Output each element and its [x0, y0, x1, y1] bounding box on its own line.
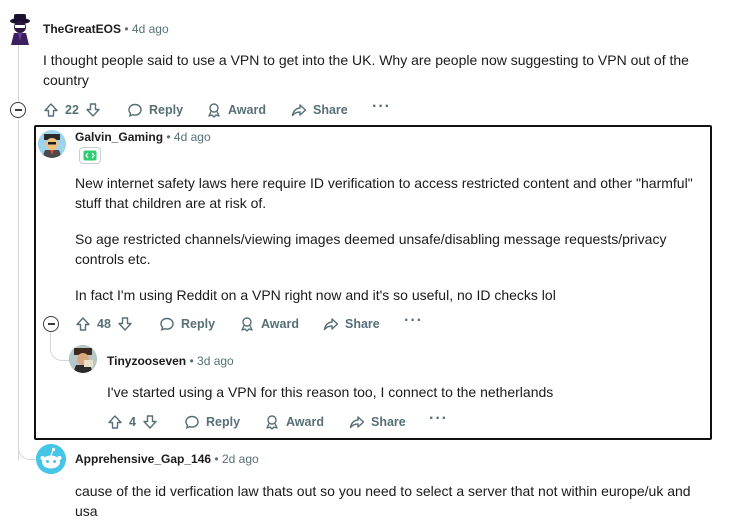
- comment-paragraph: New internet safety laws here require ID…: [75, 175, 693, 211]
- comment-author[interactable]: TheGreatEOS • 4d ago: [43, 22, 169, 36]
- comment-body: I've started using a VPN for this reason…: [107, 384, 554, 400]
- more-options-button[interactable]: ···: [404, 312, 423, 330]
- avatar[interactable]: [6, 13, 34, 45]
- comment-paragraph: In fact I'm using Reddit on a VPN right …: [75, 287, 556, 303]
- comment-author[interactable]: Galvin_Gaming • 4d ago: [75, 130, 211, 144]
- award-button[interactable]: Award: [206, 102, 266, 118]
- comment-paragraph: So age restricted channels/viewing image…: [75, 231, 667, 267]
- vote-count: 22: [65, 103, 79, 117]
- share-icon: [291, 104, 307, 117]
- upvote-icon[interactable]: [43, 102, 59, 118]
- downvote-icon[interactable]: [142, 414, 158, 430]
- upvote-icon[interactable]: [75, 316, 91, 332]
- comment-author[interactable]: Tinyzooseven • 3d ago: [107, 354, 234, 368]
- vote-count: 48: [97, 317, 111, 331]
- comment-time: • 4d ago: [124, 22, 169, 36]
- reply-button[interactable]: Reply: [184, 414, 240, 430]
- share-icon: [323, 318, 339, 331]
- share-icon: [349, 416, 365, 429]
- reply-button[interactable]: Reply: [159, 316, 215, 332]
- share-button[interactable]: Share: [349, 414, 406, 430]
- badge-icon: [79, 147, 101, 164]
- collapse-icon[interactable]: [43, 316, 59, 332]
- downvote-icon[interactable]: [117, 316, 133, 332]
- upvote-icon[interactable]: [107, 414, 123, 430]
- avatar[interactable]: [36, 444, 66, 474]
- comment-author[interactable]: Apprehensive_Gap_146 • 2d ago: [75, 452, 259, 466]
- avatar[interactable]: [69, 345, 97, 373]
- more-options-button[interactable]: ···: [372, 98, 391, 116]
- comment-body: cause of the id verfication law thats ou…: [75, 483, 691, 519]
- share-button[interactable]: Share: [323, 316, 380, 332]
- comment-body: I thought people said to use a VPN to ge…: [43, 52, 689, 88]
- vote-count: 4: [129, 415, 136, 429]
- vote-controls: 48: [75, 316, 133, 332]
- reply-icon: [160, 317, 174, 331]
- comment-time: • 3d ago: [189, 354, 234, 368]
- award-button[interactable]: Award: [264, 414, 324, 430]
- reply-button[interactable]: Reply: [127, 102, 183, 118]
- thread-branch: [18, 437, 37, 460]
- reply-icon: [185, 415, 199, 429]
- thread-line: [18, 120, 19, 460]
- award-icon: [208, 103, 220, 118]
- award-button[interactable]: Award: [239, 316, 299, 332]
- avatar[interactable]: [38, 130, 66, 158]
- award-icon: [241, 317, 253, 332]
- reply-icon: [128, 103, 142, 117]
- collapse-icon[interactable]: [10, 102, 26, 118]
- vote-controls: 22: [43, 102, 101, 118]
- share-button[interactable]: Share: [291, 102, 348, 118]
- vote-controls: 4: [107, 414, 158, 430]
- comment-time: • 2d ago: [214, 452, 259, 466]
- downvote-icon[interactable]: [85, 102, 101, 118]
- award-icon: [266, 415, 278, 430]
- more-options-button[interactable]: ···: [429, 410, 448, 428]
- comment-time: • 4d ago: [166, 130, 211, 144]
